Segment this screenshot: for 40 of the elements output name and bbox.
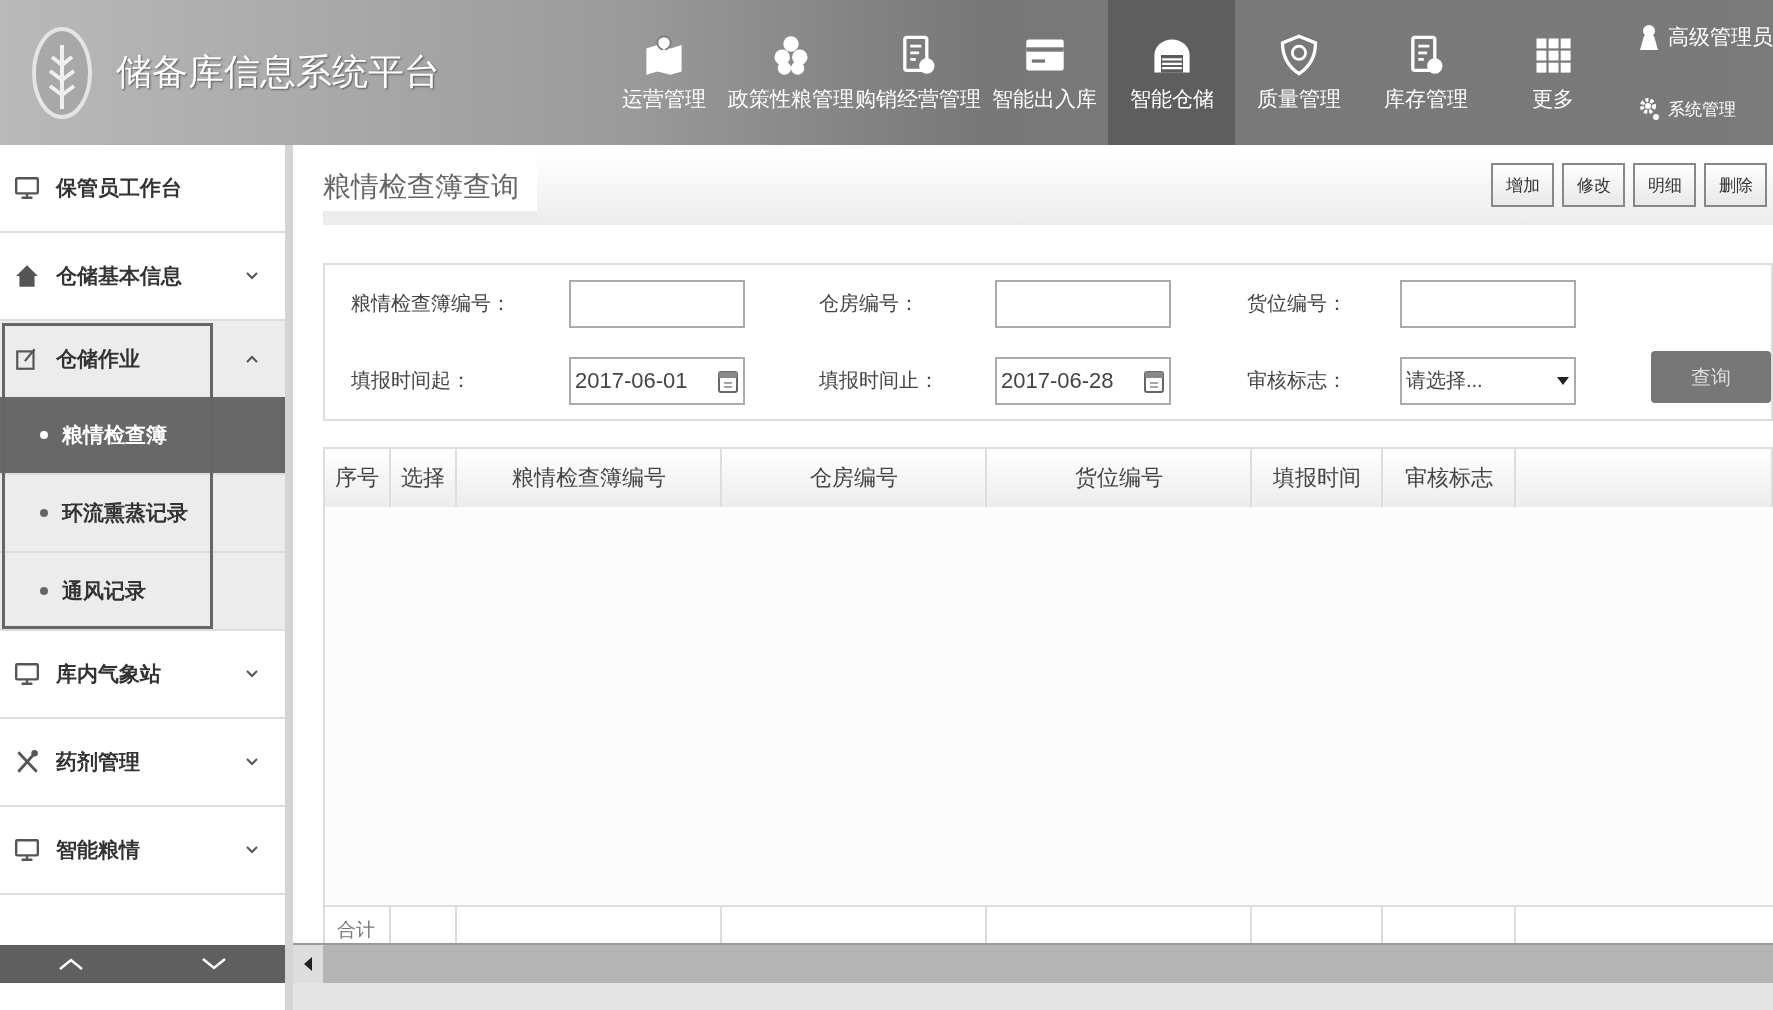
field-label: 审核标志：	[1247, 368, 1348, 393]
field-label: 填报时间起：	[351, 368, 472, 393]
nav-tab[interactable]: 政策性粮管理	[727, 0, 854, 145]
input-field[interactable]	[1400, 279, 1576, 328]
field-label: 仓房编号：	[819, 291, 920, 316]
user-name[interactable]: 高级管理员	[1668, 22, 1773, 51]
house-icon	[14, 263, 40, 289]
action-button[interactable]: 删除	[1704, 163, 1767, 207]
nav-tab[interactable]: 库存管理	[1362, 0, 1489, 145]
sidebar-subitem[interactable]: 环流熏蒸记录	[0, 475, 285, 553]
nav-tab[interactable]: 智能仓储	[1108, 0, 1235, 145]
settings-link[interactable]: 系统管理	[1668, 97, 1736, 121]
date-field[interactable]: 2017-06-01	[569, 356, 745, 405]
monitor-icon	[14, 175, 40, 201]
app-title: 储备库信息系统平台	[116, 50, 440, 94]
nav-tab[interactable]: 购销经营管理	[854, 0, 981, 145]
input-field[interactable]	[995, 279, 1171, 328]
input-field[interactable]	[569, 279, 745, 328]
user-icon	[1638, 22, 1660, 51]
nav-tab[interactable]: 更多	[1489, 0, 1616, 145]
action-button[interactable]: 增加	[1491, 163, 1554, 207]
sidebar-subitem[interactable]: 粮情检查簿	[0, 397, 285, 475]
scroll-up-icon[interactable]	[58, 957, 85, 971]
nav-tab[interactable]: 智能出入库	[981, 0, 1108, 145]
caret-icon	[1556, 375, 1570, 386]
scroll-left-icon[interactable]	[303, 956, 313, 972]
horizontal-scrollbar[interactable]	[293, 943, 1773, 983]
monitor-icon	[14, 837, 40, 863]
nav-tab[interactable]: 质量管理	[1235, 0, 1362, 145]
date-field[interactable]: 2017-06-28	[995, 356, 1171, 405]
action-button[interactable]: 明细	[1633, 163, 1696, 207]
gear-icon	[1638, 96, 1660, 123]
page-title: 粮情检查簿查询	[323, 153, 537, 211]
field-label: 粮情检查簿编号：	[351, 291, 512, 316]
monitor-icon	[14, 661, 40, 687]
action-button[interactable]: 修改	[1562, 163, 1625, 207]
dropdown[interactable]: 请选择...	[1400, 356, 1576, 405]
field-label: 货位编号：	[1247, 291, 1348, 316]
scroll-down-icon[interactable]	[200, 957, 227, 971]
field-label: 填报时间止：	[819, 368, 940, 393]
